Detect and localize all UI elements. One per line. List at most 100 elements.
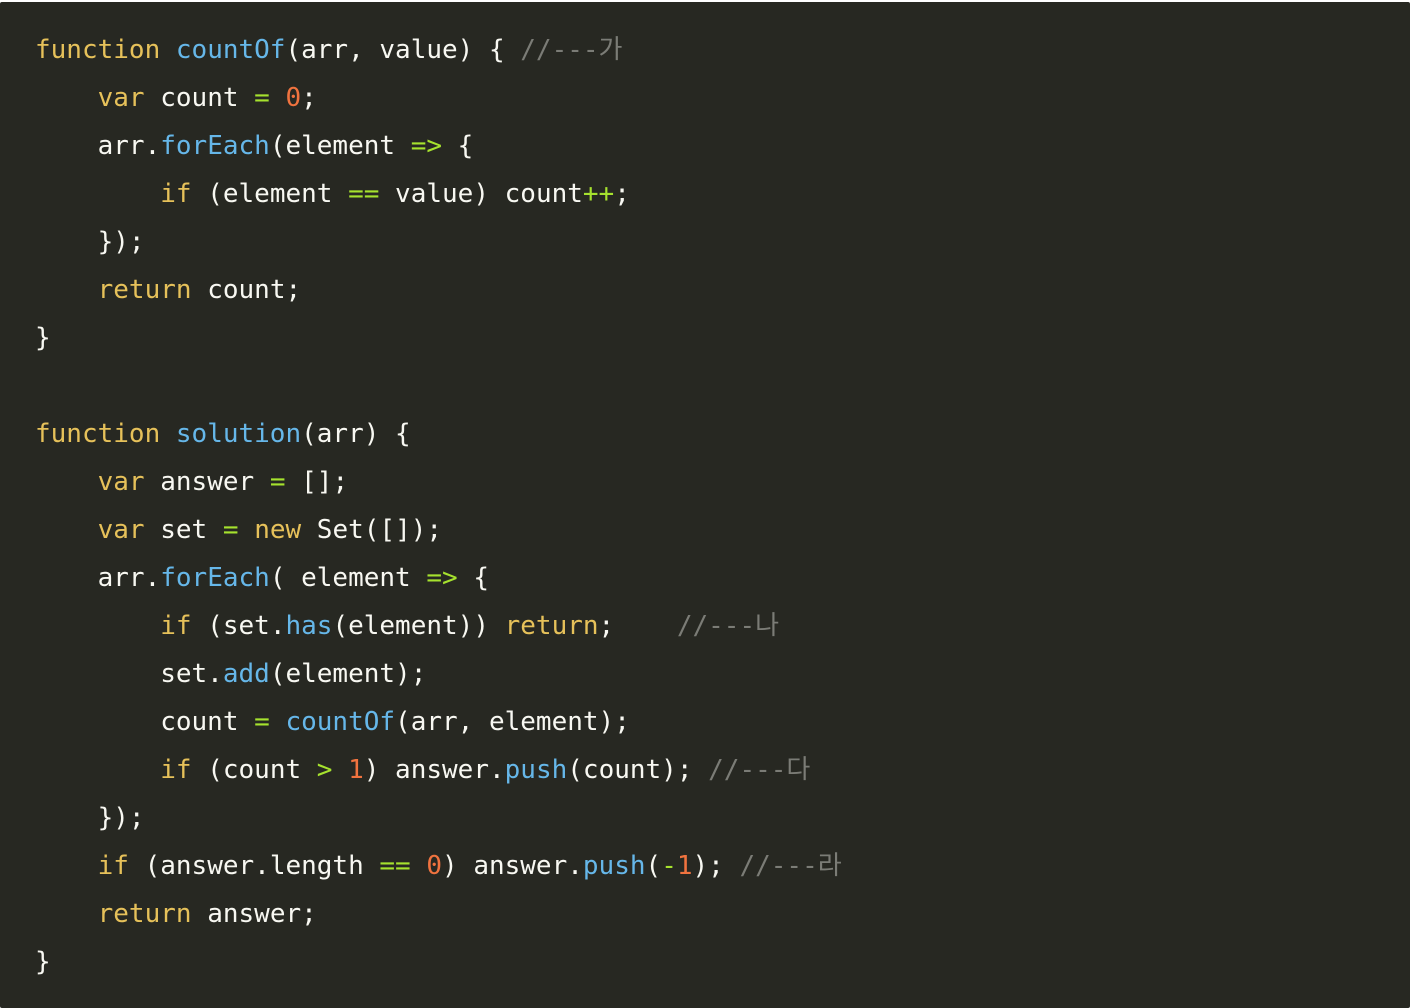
- keyword-token: if: [97, 851, 129, 881]
- keyword-token: var: [97, 83, 145, 113]
- function-token: solution: [175, 419, 302, 449]
- code-token: (arr, value) {: [285, 35, 521, 65]
- code-token: ) answer.: [442, 851, 583, 881]
- operator-token: =>: [426, 563, 458, 593]
- number-token: 1: [348, 755, 364, 785]
- code-token: (arr, element);: [395, 707, 630, 737]
- comment-token: //---다: [708, 755, 811, 785]
- code-token: set: [144, 515, 223, 545]
- code-line: });: [35, 794, 1410, 842]
- code-token: ) answer.: [363, 755, 505, 785]
- code-token: answer: [144, 467, 270, 497]
- comment-token: //---나: [676, 611, 780, 641]
- code-line: if (count > 1) answer.push(count); //---…: [35, 746, 1410, 794]
- operator-token: ==: [348, 179, 380, 209]
- operator-token: ++: [582, 179, 615, 209]
- code-token: [];: [285, 467, 349, 497]
- code-line: if (set.has(element)) return; //---나: [35, 602, 1410, 650]
- code-editor[interactable]: function countOf(arr, value) { //---가 va…: [0, 2, 1410, 1008]
- code-token: }: [35, 323, 51, 353]
- code-token: ;: [598, 611, 677, 641]
- keyword-token: if: [160, 611, 192, 641]
- code-line: var count = 0;: [35, 74, 1410, 122]
- code-line: set.add(element);: [35, 650, 1410, 698]
- code-token: (element: [269, 131, 411, 161]
- code-token: (set.: [191, 611, 286, 641]
- code-token: ( element: [269, 563, 427, 593]
- code-line: if (answer.length == 0) answer.push(-1);…: [35, 842, 1410, 890]
- function-token: countOf: [285, 707, 396, 737]
- function-token: forEach: [160, 131, 270, 161]
- keyword-token: new: [254, 515, 302, 545]
- code-token: (count: [191, 755, 317, 785]
- code-line: function solution(arr) {: [35, 410, 1410, 458]
- code-token: {: [457, 563, 489, 593]
- code-token: count: [35, 707, 255, 737]
- code-token: set.: [35, 659, 223, 689]
- keyword-token: return: [97, 275, 192, 305]
- operator-token: =>: [410, 131, 443, 161]
- function-token: push: [504, 755, 568, 785]
- keyword-token: return: [504, 611, 599, 641]
- code-token: arr.: [35, 131, 161, 161]
- code-token: (element);: [269, 659, 427, 689]
- function-token: has: [285, 611, 333, 641]
- code-token: value) count: [379, 179, 583, 209]
- code-token: count;: [191, 275, 302, 305]
- operator-token: -: [661, 851, 677, 881]
- code-token: (answer.length: [128, 851, 380, 881]
- comment-token: //---가: [520, 35, 623, 65]
- code-token: });: [35, 227, 145, 257]
- code-line: }: [35, 314, 1410, 362]
- operator-token: ==: [379, 851, 411, 881]
- operator-token: =: [269, 467, 286, 497]
- comment-token: //---라: [739, 851, 842, 881]
- function-token: add: [222, 659, 270, 689]
- keyword-token: function: [35, 419, 161, 449]
- code-line: arr.forEach( element => {: [35, 554, 1410, 602]
- code-token: (count);: [567, 755, 709, 785]
- keyword-token: function: [35, 35, 161, 65]
- code-token: ;: [301, 83, 317, 113]
- number-token: 1: [676, 851, 693, 881]
- code-token: (arr) {: [301, 419, 411, 449]
- code-line: function countOf(arr, value) { //---가: [35, 26, 1410, 74]
- code-line: return count;: [35, 266, 1410, 314]
- code-line: }: [35, 938, 1410, 986]
- code-token: (element: [191, 179, 349, 209]
- code-token: (: [645, 851, 662, 881]
- keyword-token: if: [160, 179, 192, 209]
- code-token: answer;: [191, 899, 317, 929]
- code-token: ;: [614, 179, 630, 209]
- function-token: forEach: [160, 563, 270, 593]
- code-token: }: [35, 947, 51, 977]
- code-block: function countOf(arr, value) { //---가 va…: [35, 26, 1410, 986]
- code-token: count: [144, 83, 255, 113]
- operator-token: =: [222, 515, 239, 545]
- code-token: Set([]);: [301, 515, 443, 545]
- code-token: (element)): [332, 611, 505, 641]
- code-line: return answer;: [35, 890, 1410, 938]
- function-token: countOf: [175, 35, 286, 65]
- code-line: var answer = [];: [35, 458, 1410, 506]
- code-token: });: [35, 803, 145, 833]
- code-token: arr.: [35, 563, 161, 593]
- code-line: if (element == value) count++;: [35, 170, 1410, 218]
- keyword-token: if: [160, 755, 192, 785]
- keyword-token: return: [97, 899, 192, 929]
- operator-token: >: [316, 755, 333, 785]
- keyword-token: var: [97, 467, 145, 497]
- function-token: push: [582, 851, 646, 881]
